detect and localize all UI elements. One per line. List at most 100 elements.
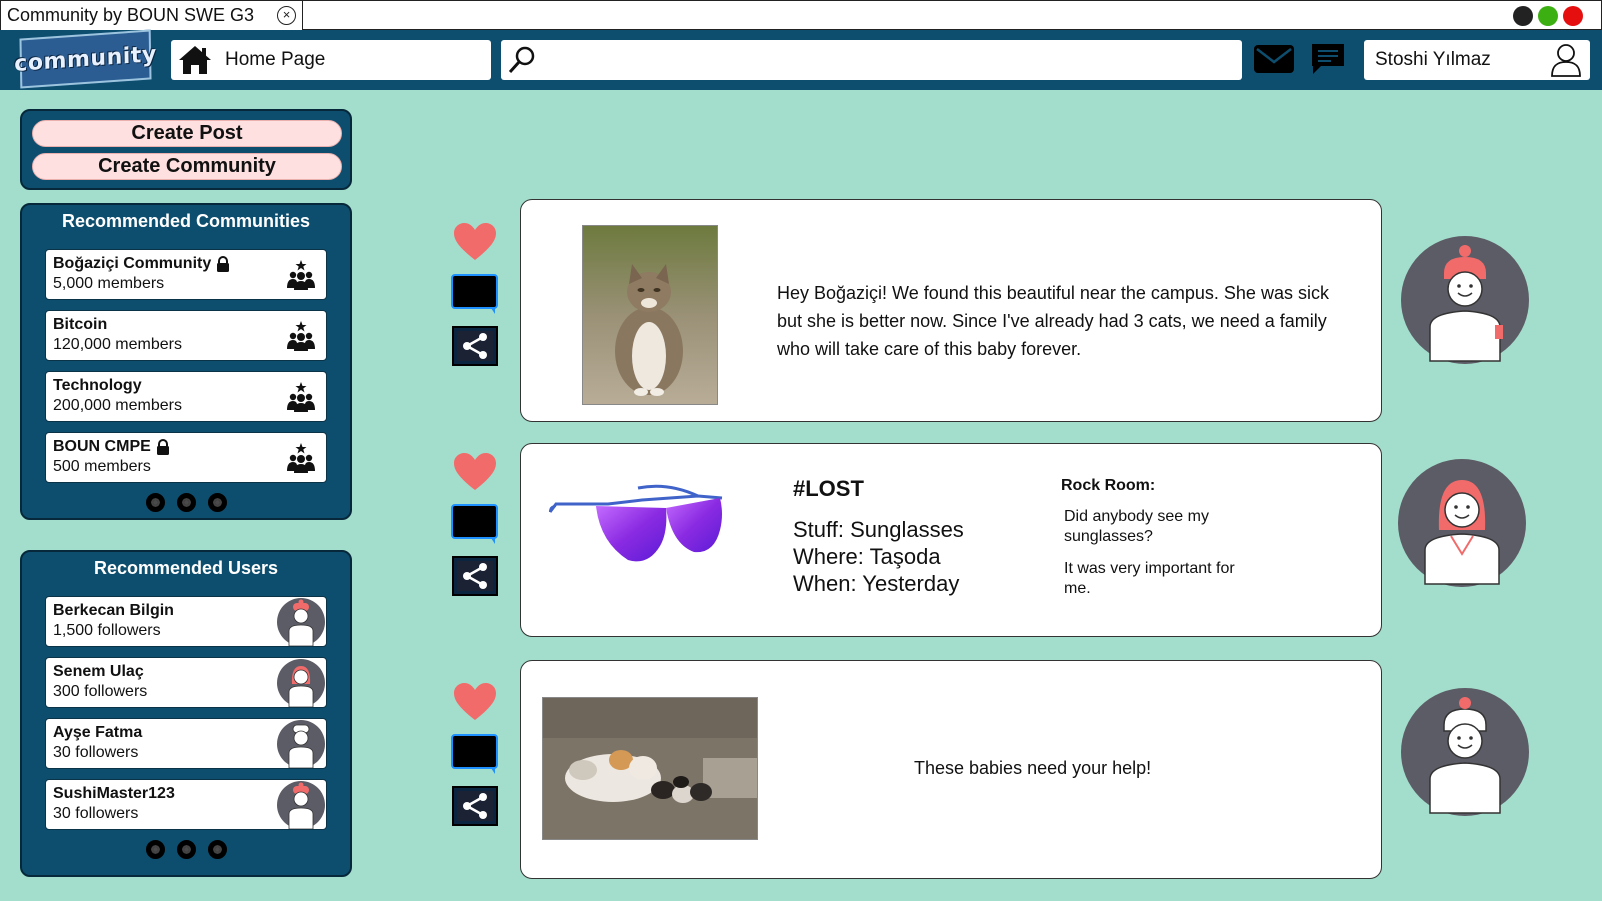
messages-button[interactable]: [1253, 43, 1295, 80]
recommended-users-panel: Recommended Users Berkecan Bilgin 1,500 …: [20, 550, 352, 877]
close-window-button[interactable]: [1563, 6, 1583, 26]
community-group-icon: [287, 321, 315, 351]
chat-button[interactable]: [1309, 41, 1347, 82]
lost-title: #LOST: [793, 476, 864, 501]
maximize-button[interactable]: [1538, 6, 1558, 26]
user-card[interactable]: Ayşe Fatma 30 followers: [45, 718, 327, 769]
comment-icon[interactable]: [451, 504, 499, 544]
community-group-icon: [287, 260, 315, 290]
create-post-button[interactable]: Create Post: [32, 120, 342, 147]
community-card[interactable]: Technology 200,000 members: [45, 371, 327, 422]
heart-icon[interactable]: [453, 452, 497, 492]
page-dot[interactable]: [176, 493, 196, 512]
community-name: Technology: [53, 377, 142, 394]
page-dot[interactable]: [207, 840, 227, 859]
avatar: [277, 598, 325, 646]
post-card[interactable]: These babies need your help!: [520, 660, 1382, 879]
home-page-label: Home Page: [225, 49, 326, 70]
room-message: Did anybody see my sunglasses?: [1064, 508, 1209, 545]
search-bar[interactable]: [501, 40, 1242, 80]
user-icon: [1551, 44, 1581, 77]
heart-icon[interactable]: [453, 222, 497, 262]
page-dot[interactable]: [176, 840, 196, 859]
tab-title: Community by BOUN SWE G3: [7, 5, 255, 25]
community-name: Boğaziçi Community: [53, 255, 212, 272]
mail-icon: [1254, 45, 1294, 73]
lock-icon: [156, 439, 169, 455]
community-name-row: Bitcoin: [53, 315, 319, 335]
page-dot[interactable]: [207, 493, 227, 512]
share-icon[interactable]: [452, 556, 498, 596]
page-dot[interactable]: [145, 840, 165, 859]
lost-when: When: Yesterday: [793, 571, 960, 596]
page-dot[interactable]: [145, 493, 165, 512]
user-name: Stoshi Yılmaz: [1375, 49, 1491, 70]
post-author-avatar[interactable]: [1400, 235, 1530, 365]
tab-close-icon[interactable]: ×: [277, 6, 296, 25]
chat-icon: [1312, 44, 1344, 74]
user-card[interactable]: Senem Ulaç 300 followers: [45, 657, 327, 708]
room-messages: Did anybody see my sunglasses? It was ve…: [1064, 507, 1264, 611]
avatar: [277, 781, 325, 829]
avatar: [277, 720, 325, 768]
community-logo[interactable]: community: [14, 29, 157, 89]
communities-pagination: [22, 493, 350, 512]
recommended-users-title: Recommended Users: [93, 558, 279, 578]
post-author-avatar[interactable]: [1400, 687, 1530, 817]
share-icon[interactable]: [452, 786, 498, 826]
lost-where: Where: Taşoda: [793, 544, 941, 569]
community-name-row: Boğaziçi Community: [53, 254, 319, 274]
post-actions: [451, 452, 499, 596]
post-text: Hey Boğaziçi! We found this beautiful ne…: [777, 283, 1329, 359]
user-card[interactable]: Berkecan Bilgin 1,500 followers: [45, 596, 327, 647]
actions-panel: Create Post Create Community: [20, 109, 352, 190]
lock-icon: [217, 256, 230, 272]
minimize-button[interactable]: [1513, 6, 1533, 26]
home-icon: [179, 46, 211, 74]
user-card[interactable]: SushiMaster123 30 followers: [45, 779, 327, 830]
community-members: 200,000 members: [53, 397, 182, 414]
avatar: [277, 659, 325, 707]
home-page-link[interactable]: Home Page: [171, 40, 491, 80]
comment-icon[interactable]: [451, 274, 499, 314]
sunglasses-image: [548, 484, 723, 562]
community-name: Bitcoin: [53, 316, 108, 333]
community-name-row: Technology: [53, 376, 319, 396]
top-header: community Home Page Stoshi Yılmaz: [0, 29, 1602, 90]
community-group-icon: [287, 443, 315, 473]
community-members: 5,000 members: [53, 275, 165, 292]
community-group-icon: [287, 382, 315, 412]
kittens-photo: [542, 697, 758, 840]
create-community-button[interactable]: Create Community: [32, 153, 342, 180]
room-message: It was very important for me.: [1064, 560, 1235, 597]
community-name-row: BOUN CMPE: [53, 437, 319, 457]
browser-tab[interactable]: Community by BOUN SWE G3 ×: [1, 1, 303, 30]
share-icon[interactable]: [452, 326, 498, 366]
recommended-communities-title: Recommended Communities: [61, 211, 311, 231]
window-controls: [1513, 6, 1583, 26]
community-card[interactable]: Boğaziçi Community 5,000 members: [45, 249, 327, 300]
cat-photo: [582, 225, 718, 405]
user-profile-button[interactable]: Stoshi Yılmaz: [1364, 40, 1590, 80]
community-name: BOUN CMPE: [53, 438, 151, 455]
lost-post-card[interactable]: #LOST Stuff: Sunglasses Where: Taşoda Wh…: [520, 443, 1382, 637]
community-card[interactable]: Bitcoin 120,000 members: [45, 310, 327, 361]
post-card[interactable]: Hey Boğaziçi! We found this beautiful ne…: [520, 199, 1382, 422]
main-area: Create Post Create Community Recommended…: [0, 90, 1602, 901]
comment-icon[interactable]: [451, 734, 499, 774]
community-members: 500 members: [53, 458, 151, 475]
room-label: Rock Room:: [1061, 477, 1156, 494]
community-members: 120,000 members: [53, 336, 182, 353]
lost-stuff: Stuff: Sunglasses: [793, 517, 964, 542]
post-actions: [451, 682, 499, 826]
post-text: These babies need your help!: [914, 758, 1152, 778]
users-pagination: [22, 840, 350, 859]
logo-text: community: [14, 41, 157, 77]
community-card[interactable]: BOUN CMPE 500 members: [45, 432, 327, 483]
search-icon: [508, 46, 535, 74]
heart-icon[interactable]: [453, 682, 497, 722]
post-author-avatar[interactable]: [1397, 458, 1527, 588]
post-actions: [451, 222, 499, 366]
title-bar: Community by BOUN SWE G3 ×: [0, 0, 1602, 30]
recommended-communities-panel: Recommended Communities Boğaziçi Communi…: [20, 203, 352, 520]
